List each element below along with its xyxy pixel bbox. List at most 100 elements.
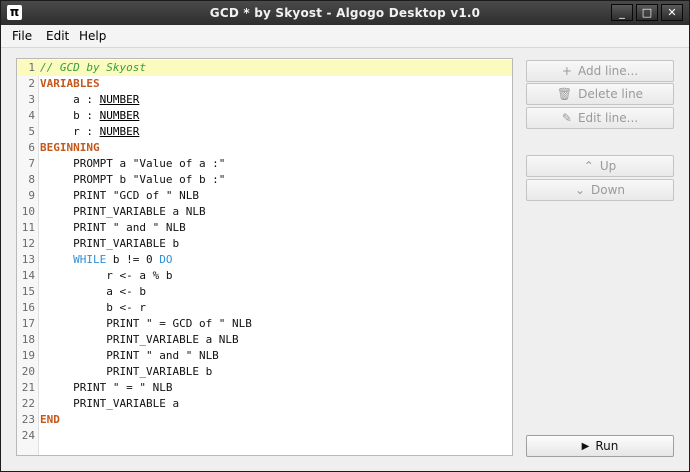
code-token: BEGINNING	[40, 141, 100, 154]
delete-line-button[interactable]: 🗑 Delete line	[526, 83, 674, 105]
line-number: 7	[28, 157, 35, 170]
run-label: Run	[595, 439, 619, 453]
menu-help[interactable]: Help	[79, 25, 106, 47]
code-line[interactable]: 11 PRINT " and " NLB	[17, 220, 512, 236]
line-number: 9	[28, 189, 35, 202]
code-line[interactable]: 16 b <- r	[17, 300, 512, 316]
minimize-icon: _	[619, 6, 625, 19]
line-number: 17	[21, 317, 35, 330]
code-token: PRINT_VARIABLE b	[40, 237, 180, 250]
code-token: WHILE	[73, 253, 107, 266]
line-text: PRINT_VARIABLE a	[40, 396, 179, 412]
code-token: PRINT " and " NLB	[40, 349, 219, 362]
code-token: // GCD by Skyost	[40, 61, 146, 74]
title-bar[interactable]: π GCD * by Skyost - Algogo Desktop v1.0 …	[1, 1, 689, 25]
code-line[interactable]: 15 a <- b	[17, 284, 512, 300]
maximize-button[interactable]: □	[636, 4, 658, 21]
code-token: PRINT_VARIABLE a NLB	[40, 205, 206, 218]
code-line[interactable]: 18 PRINT_VARIABLE a NLB	[17, 332, 512, 348]
close-icon: ✕	[667, 6, 677, 19]
code-line[interactable]: 2 VARIABLES	[17, 76, 512, 92]
line-text: PRINT " = GCD of " NLB	[40, 316, 252, 332]
code-line[interactable]: 17 PRINT " = GCD of " NLB	[17, 316, 512, 332]
line-number: 2	[28, 77, 35, 90]
menu-file[interactable]: File	[12, 25, 32, 47]
code-line[interactable]: 8 PROMPT b "Value of b :"	[17, 172, 512, 188]
line-number: 14	[21, 269, 35, 282]
line-text: PRINT " = " NLB	[40, 380, 172, 396]
code-token: END	[40, 413, 60, 426]
window-controls: _ □ ✕	[611, 4, 683, 21]
code-line[interactable]: 23 END	[17, 412, 512, 428]
code-line[interactable]: 9 PRINT "GCD of " NLB	[17, 188, 512, 204]
code-token: NUMBER	[99, 93, 140, 106]
chevron-down-icon: ⌄	[574, 183, 586, 197]
line-text: END	[40, 412, 60, 428]
run-button[interactable]: ▶ Run	[526, 435, 674, 457]
edit-line-button[interactable]: ✎ Edit line...	[526, 107, 674, 129]
code-line[interactable]: 3 a : NUMBER	[17, 92, 512, 108]
code-line[interactable]: 4 b : NUMBER	[17, 108, 512, 124]
pencil-icon: ✎	[561, 111, 572, 125]
code-token: r <- a % b	[40, 269, 173, 282]
line-text: // GCD by Skyost	[40, 60, 146, 76]
line-number: 12	[21, 237, 35, 250]
line-text: PRINT_VARIABLE a NLB	[40, 204, 206, 220]
line-number: 11	[21, 221, 35, 234]
line-number: 23	[21, 413, 35, 426]
line-text: VARIABLES	[40, 76, 100, 92]
line-number: 4	[28, 109, 35, 122]
code-line[interactable]: 5 r : NUMBER	[17, 124, 512, 140]
code-token: b != 0	[106, 253, 160, 266]
line-text: PRINT "GCD of " NLB	[40, 188, 199, 204]
code-line[interactable]: 7 PROMPT a "Value of a :"	[17, 156, 512, 172]
line-text: b : NUMBER	[40, 108, 139, 124]
play-icon: ▶	[581, 440, 590, 452]
code-line[interactable]: 13 WHILE b != 0 DO	[17, 252, 512, 268]
close-button[interactable]: ✕	[661, 4, 683, 21]
line-number: 6	[28, 141, 35, 154]
code-line[interactable]: 19 PRINT " and " NLB	[17, 348, 512, 364]
delete-line-label: Delete line	[578, 87, 644, 101]
line-text: b <- r	[40, 300, 146, 316]
line-number: 16	[21, 301, 35, 314]
line-text: a : NUMBER	[40, 92, 139, 108]
code-line[interactable]: 24	[17, 428, 512, 444]
code-token: r :	[40, 125, 100, 138]
code-token: a <- b	[40, 285, 146, 298]
code-token: a :	[40, 93, 100, 106]
line-number: 24	[21, 429, 35, 442]
line-number: 22	[21, 397, 35, 410]
plus-icon: +	[561, 64, 572, 78]
line-number: 10	[21, 205, 35, 218]
code-line[interactable]: 12 PRINT_VARIABLE b	[17, 236, 512, 252]
maximize-icon: □	[641, 6, 653, 19]
code-line[interactable]: 22 PRINT_VARIABLE a	[17, 396, 512, 412]
down-button[interactable]: ⌄ Down	[526, 179, 674, 201]
minimize-button[interactable]: _	[611, 4, 633, 21]
line-text: WHILE b != 0 DO	[40, 252, 172, 268]
line-text: a <- b	[40, 284, 146, 300]
line-text: PROMPT a "Value of a :"	[40, 156, 225, 172]
code-line[interactable]: 6 BEGINNING	[17, 140, 512, 156]
code-line[interactable]: 1 // GCD by Skyost	[17, 60, 512, 76]
line-text: PRINT " and " NLB	[40, 220, 186, 236]
code-token: PRINT "GCD of " NLB	[40, 189, 199, 202]
line-number: 1	[28, 61, 35, 74]
code-line[interactable]: 20 PRINT_VARIABLE b	[17, 364, 512, 380]
code-token: PROMPT b "Value of b :"	[40, 173, 226, 186]
line-text: PRINT_VARIABLE a NLB	[40, 332, 239, 348]
add-line-button[interactable]: + Add line...	[526, 60, 674, 82]
line-text: r <- a % b	[40, 268, 172, 284]
menu-edit[interactable]: Edit	[46, 25, 69, 47]
code-line[interactable]: 10 PRINT_VARIABLE a NLB	[17, 204, 512, 220]
line-number: 19	[21, 349, 35, 362]
code-token: NUMBER	[99, 125, 140, 138]
code-line[interactable]: 14 r <- a % b	[17, 268, 512, 284]
code-line[interactable]: 21 PRINT " = " NLB	[17, 380, 512, 396]
line-text: PRINT_VARIABLE b	[40, 236, 179, 252]
up-button[interactable]: ⌃ Up	[526, 155, 674, 177]
code-token: PRINT_VARIABLE a NLB	[40, 333, 239, 346]
line-number: 21	[21, 381, 35, 394]
code-editor[interactable]: 1 // GCD by Skyost 2 VARIABLES 3 a : NUMBER 4…	[16, 58, 513, 456]
